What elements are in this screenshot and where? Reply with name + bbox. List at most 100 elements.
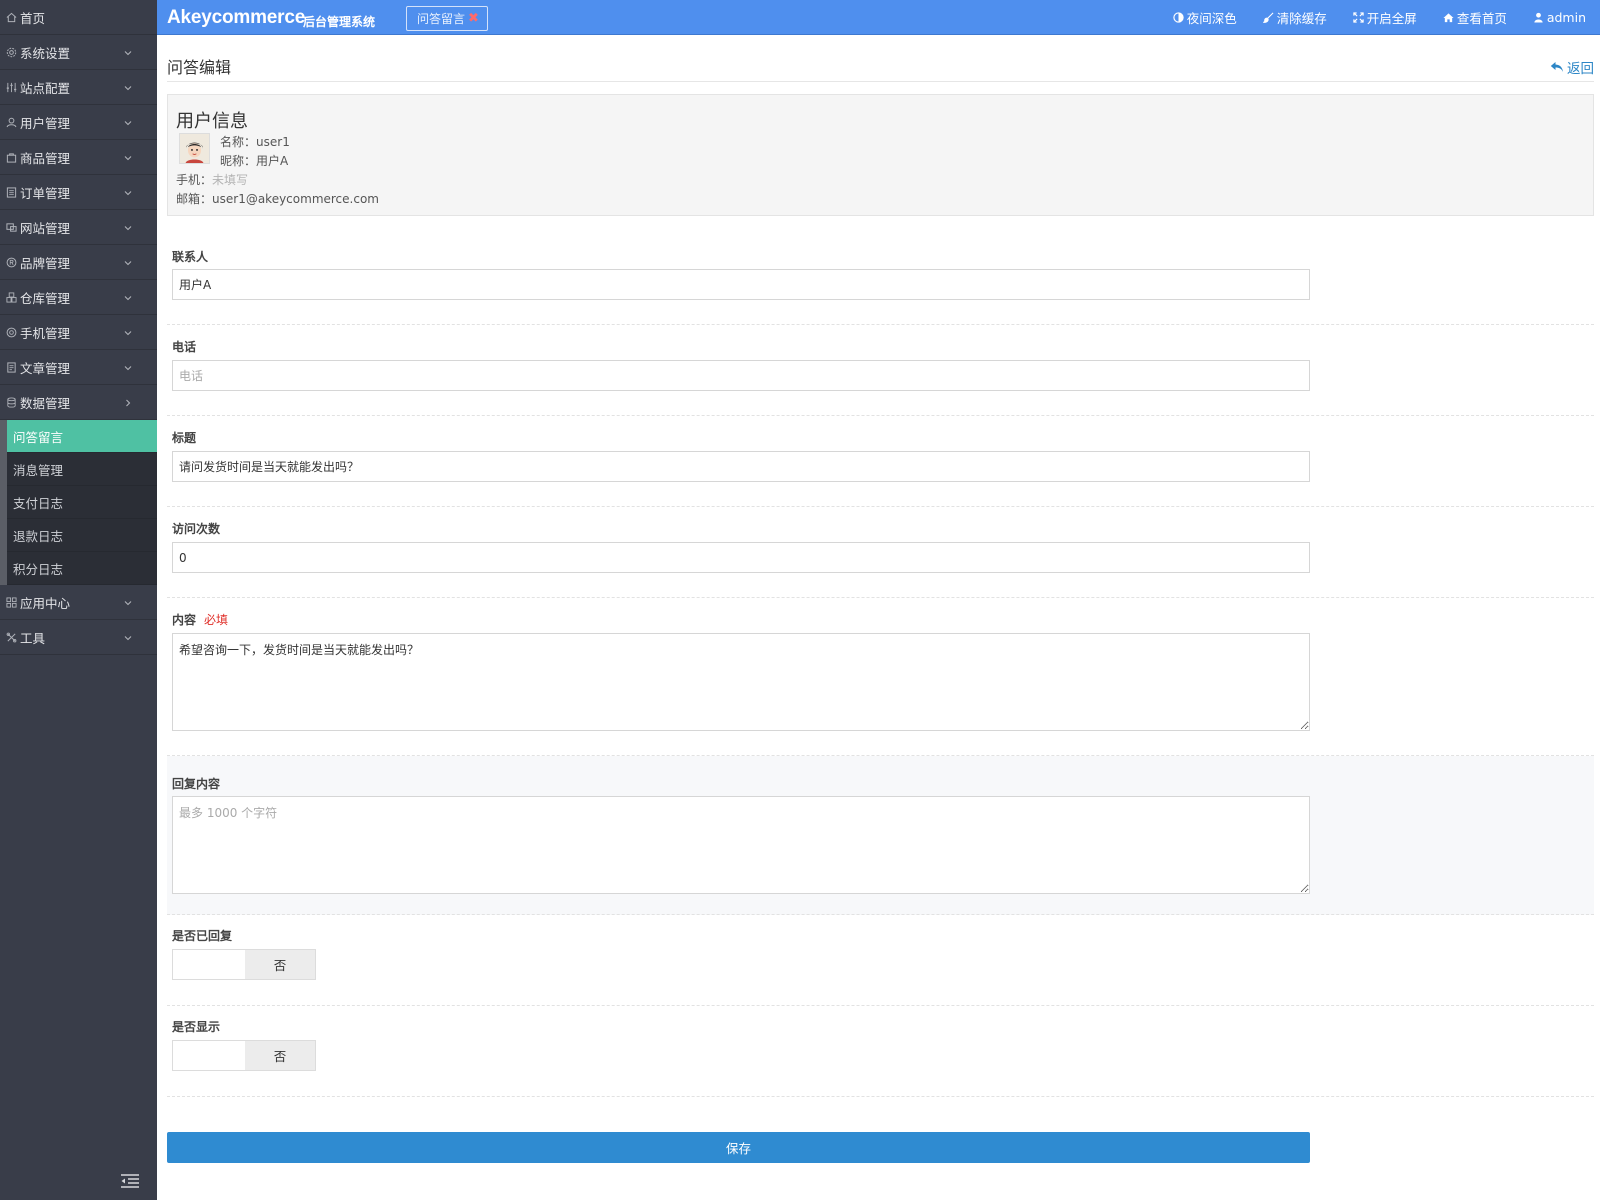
mobile-icon — [4, 325, 18, 339]
bag-icon — [4, 150, 18, 164]
user-phone-line: 手机：未填写 — [176, 171, 248, 188]
user-icon — [4, 115, 18, 129]
sidebar-item-app-center[interactable]: 应用中心 — [0, 585, 157, 620]
home-icon — [1443, 13, 1454, 23]
list-icon — [4, 185, 18, 199]
reply-textarea[interactable] — [172, 796, 1310, 894]
toggle-state: 否 — [245, 950, 315, 979]
title-label: 标题 — [172, 431, 197, 445]
avatar — [179, 133, 210, 164]
user-phone-value: 未填写 — [212, 173, 249, 187]
title-input[interactable] — [172, 451, 1310, 482]
content-textarea[interactable]: 希望咨询一下，发货时间是当天就能发出吗？ — [172, 633, 1310, 731]
toggle-blank — [173, 1041, 245, 1070]
sidebar-item-website[interactable]: 网站管理 — [0, 210, 157, 245]
sidebar-item-home[interactable]: 首页 — [0, 0, 157, 35]
tools-icon — [4, 630, 18, 644]
visits-group: 访问次数 — [167, 507, 1594, 598]
sidebar-item-brands[interactable]: 品牌管理 — [0, 245, 157, 280]
sidebar-subitem-qa[interactable]: 问答留言 — [7, 420, 157, 453]
user-nickname-value: 用户A — [256, 154, 289, 168]
clear-cache-button[interactable]: 清除缓存 — [1262, 8, 1327, 27]
sidebar-item-mobile[interactable]: 手机管理 — [0, 315, 157, 350]
sidebar-item-label: 订单管理 — [20, 185, 71, 201]
sidebar-subitem-messages[interactable]: 消息管理 — [7, 453, 157, 486]
expand-icon — [1353, 12, 1364, 23]
warehouse-icon — [4, 290, 18, 304]
sidebar-item-label: 网站管理 — [20, 220, 71, 236]
app-logo: Akeycommerce — [167, 7, 306, 28]
registered-icon — [4, 255, 18, 269]
sidebar-item-label: 用户管理 — [20, 115, 71, 131]
collapse-sidebar-icon[interactable] — [119, 1172, 141, 1190]
is-replied-toggle[interactable]: 否 — [172, 949, 316, 980]
sidebar-item-label: 商品管理 — [20, 150, 71, 166]
fullscreen-button[interactable]: 开启全屏 — [1353, 8, 1417, 27]
tab-label: 问答留言 — [417, 12, 466, 26]
phone-input[interactable] — [172, 360, 1310, 391]
toggle-blank — [173, 950, 245, 979]
night-mode-label: 夜间深色 — [1186, 11, 1237, 26]
back-label: 返回 — [1567, 61, 1594, 77]
contact-input[interactable] — [172, 269, 1310, 300]
apps-icon — [4, 595, 18, 609]
sidebar-item-label: 仓库管理 — [20, 290, 71, 306]
chevron-down-icon — [123, 186, 133, 196]
chevron-down-icon — [123, 221, 133, 231]
main-content: 问答编辑 返回 用户信息 名称：user1 昵称：用户A 手机：未填写 邮箱：u… — [157, 35, 1600, 1200]
view-home-button[interactable]: 查看首页 — [1443, 8, 1507, 27]
user-icon — [1534, 12, 1543, 23]
sidebar-subitem-refund-log[interactable]: 退款日志 — [7, 519, 157, 552]
sidebar-item-products[interactable]: 商品管理 — [0, 140, 157, 175]
nickname-label: 昵称： — [220, 154, 257, 168]
sidebar-item-site-config[interactable]: 站点配置 — [0, 70, 157, 105]
sidebar-item-label: 站点配置 — [20, 80, 71, 96]
is-shown-group: 是否显示 否 — [167, 1006, 1594, 1097]
chevron-down-icon — [123, 596, 133, 606]
site-icon — [4, 220, 18, 234]
contrast-icon — [1173, 12, 1184, 23]
article-icon — [4, 360, 18, 374]
email-label: 邮箱： — [176, 192, 213, 206]
content-group: 内容 必填 希望咨询一下，发货时间是当天就能发出吗？ — [167, 598, 1594, 756]
sidebar-subitem-label: 消息管理 — [13, 462, 64, 478]
sidebar-item-orders[interactable]: 订单管理 — [0, 175, 157, 210]
close-icon[interactable]: ✖ — [468, 11, 479, 26]
user-name-line: 名称：user1 — [220, 133, 290, 150]
sidebar-subitem-points-log[interactable]: 积分日志 — [7, 552, 157, 585]
sidebar-item-label: 数据管理 — [20, 395, 71, 411]
night-mode-button[interactable]: 夜间深色 — [1173, 8, 1237, 27]
sidebar-item-tools[interactable]: 工具 — [0, 620, 157, 655]
tab-qa[interactable]: 问答留言 ✖ — [406, 6, 488, 31]
is-shown-toggle[interactable]: 否 — [172, 1040, 316, 1071]
required-badge: 必填 — [204, 613, 229, 627]
contact-label: 联系人 — [172, 250, 209, 264]
database-icon — [4, 395, 18, 409]
save-button[interactable]: 保存 — [167, 1132, 1310, 1163]
user-menu-button[interactable]: admin — [1533, 10, 1586, 25]
user-name: admin — [1546, 10, 1586, 25]
is-shown-label: 是否显示 — [172, 1020, 221, 1034]
sidebar-item-label: 手机管理 — [20, 325, 71, 341]
sidebar-subitem-label: 积分日志 — [13, 561, 64, 577]
user-info-panel: 用户信息 名称：user1 昵称：用户A 手机：未填写 邮箱：user1@ake… — [167, 94, 1594, 216]
sidebar-subitem-label: 问答留言 — [13, 429, 64, 445]
sidebar-submenu-data: 问答留言 消息管理 支付日志 退款日志 积分日志 — [0, 420, 157, 585]
app-subtitle: 后台管理系统 — [303, 15, 376, 29]
sidebar-item-warehouse[interactable]: 仓库管理 — [0, 280, 157, 315]
sidebar-item-users[interactable]: 用户管理 — [0, 105, 157, 140]
sidebar-item-label: 品牌管理 — [20, 255, 71, 271]
visits-input[interactable] — [172, 542, 1310, 573]
sidebar-item-data[interactable]: 数据管理 — [0, 385, 157, 420]
sidebar-subitem-payment-log[interactable]: 支付日志 — [7, 486, 157, 519]
user-name-value: user1 — [256, 135, 290, 149]
chevron-down-icon — [123, 291, 133, 301]
chevron-down-icon — [123, 46, 133, 56]
chevron-down-icon — [123, 256, 133, 266]
reply-icon — [1550, 62, 1563, 72]
sidebar-item-articles[interactable]: 文章管理 — [0, 350, 157, 385]
back-link[interactable]: 返回 — [1550, 57, 1594, 77]
sidebar-item-label: 系统设置 — [20, 45, 71, 61]
chevron-right-icon — [123, 396, 133, 407]
sidebar-item-system-settings[interactable]: 系统设置 — [0, 35, 157, 70]
